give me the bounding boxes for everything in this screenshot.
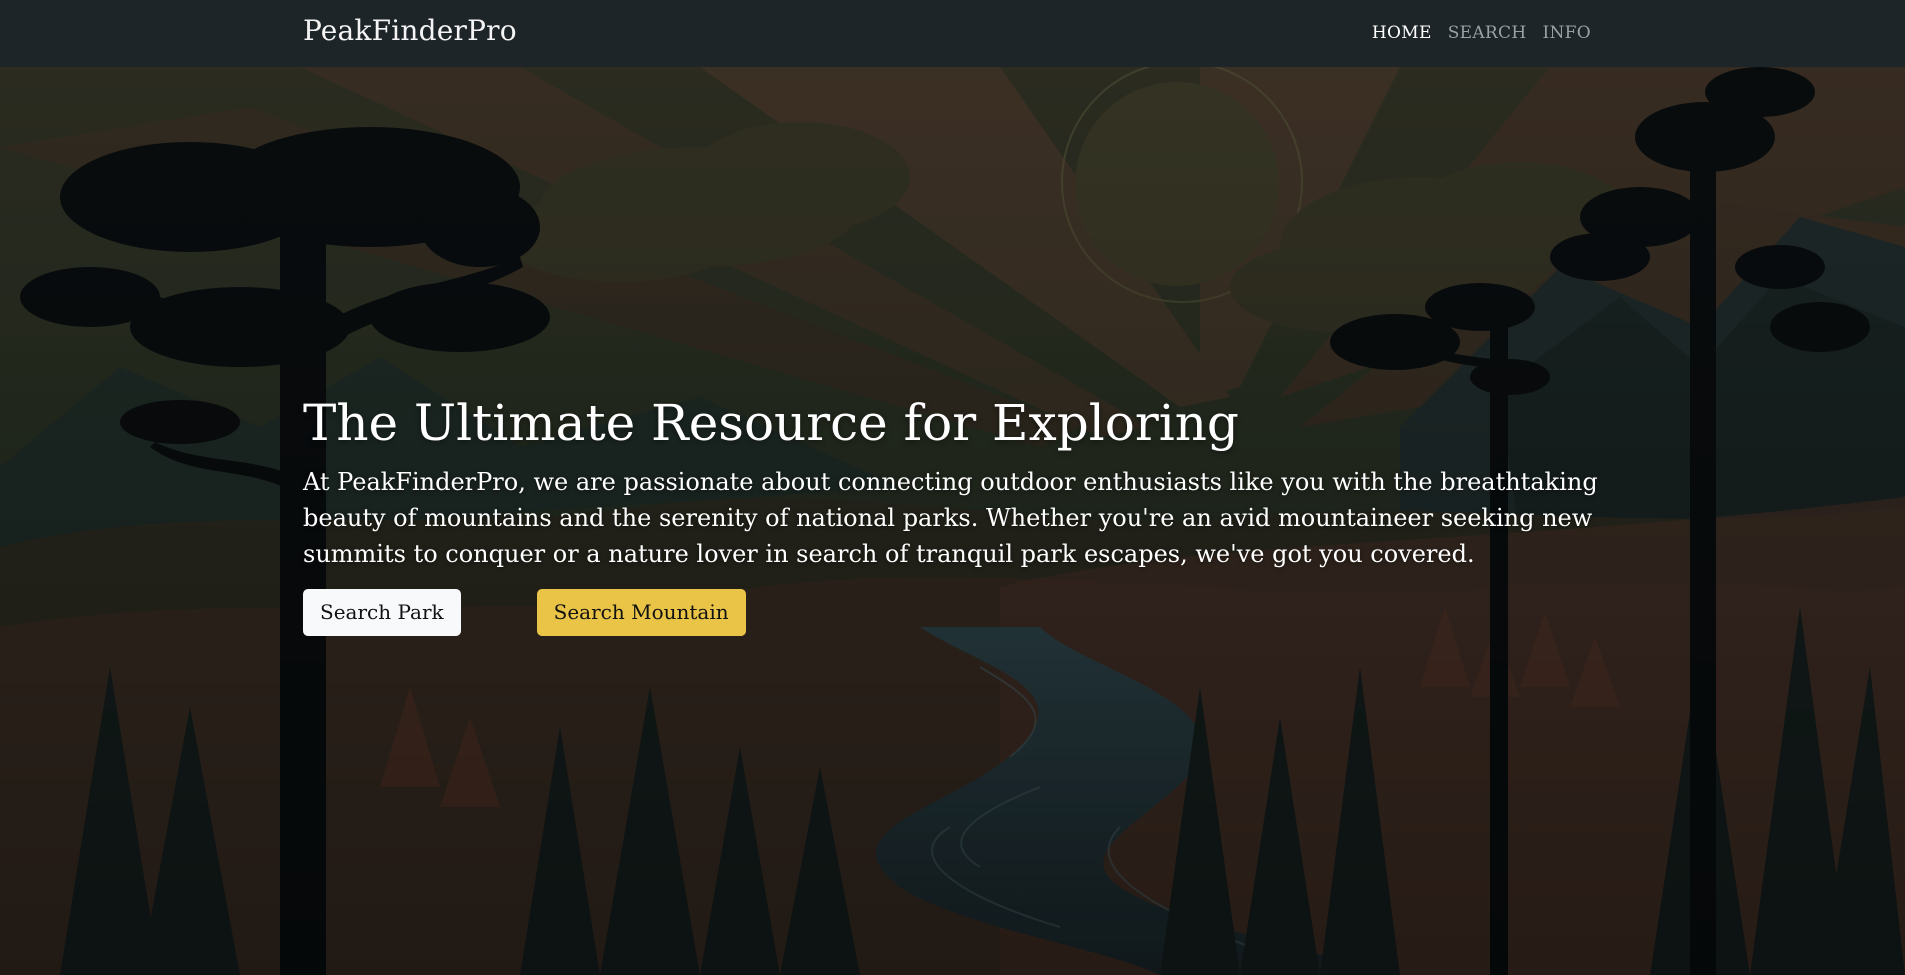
page: PeakFinderPro HOME SEARCH INFO The Ultim… bbox=[0, 0, 1905, 975]
search-mountain-button[interactable]: Search Mountain bbox=[536, 589, 746, 636]
nav-link-home[interactable]: HOME bbox=[1372, 23, 1432, 43]
hero-content: The Ultimate Resource for Exploring At P… bbox=[303, 392, 1613, 636]
hero-description: At PeakFinderPro, we are passionate abou… bbox=[303, 468, 1598, 568]
hero-section: The Ultimate Resource for Exploring At P… bbox=[0, 67, 1905, 975]
nav-link-search[interactable]: SEARCH bbox=[1448, 23, 1527, 43]
top-navbar: PeakFinderPro HOME SEARCH INFO bbox=[0, 0, 1905, 67]
hero-title: The Ultimate Resource for Exploring bbox=[303, 394, 1239, 452]
search-park-button[interactable]: Search Park bbox=[303, 589, 461, 636]
nav-links: HOME SEARCH INFO bbox=[1372, 23, 1591, 43]
hero-buttons: Search Park Search Mountain bbox=[303, 589, 1613, 636]
brand-logo[interactable]: PeakFinderPro bbox=[303, 14, 517, 47]
nav-link-info[interactable]: INFO bbox=[1542, 23, 1591, 43]
